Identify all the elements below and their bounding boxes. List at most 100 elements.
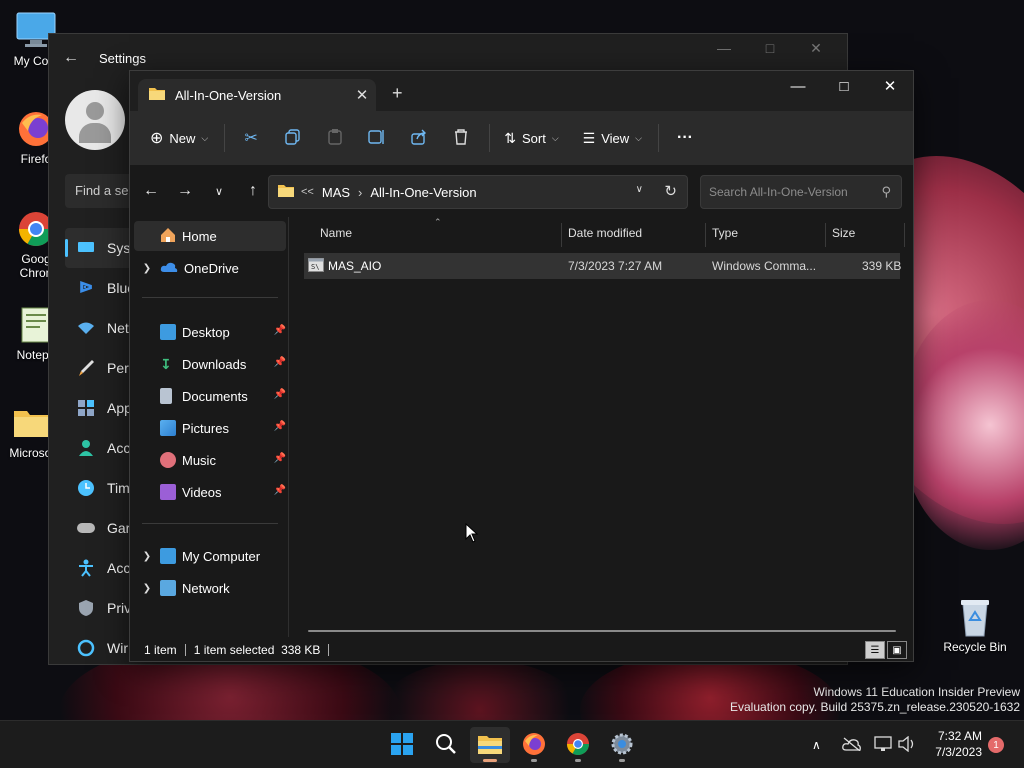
status-divider <box>328 644 330 656</box>
new-tab-button[interactable]: + <box>392 83 403 104</box>
tab-all-in-one-version[interactable]: All-In-One-Version ✕ <box>138 79 376 111</box>
mouse-cursor-icon <box>465 523 479 543</box>
sort-button-label: Sort <box>521 130 546 146</box>
nav-item-documents[interactable]: Documents 📌 <box>134 381 286 411</box>
horizontal-scrollbar[interactable] <box>308 630 896 632</box>
search-icon: ⚲ <box>881 184 891 199</box>
sort-button[interactable]: ⇅ Sort ⌵ <box>496 121 566 155</box>
column-divider[interactable] <box>705 223 706 247</box>
chevron-right-icon[interactable]: ❯ <box>134 551 160 562</box>
cut-button[interactable]: ✂ <box>231 121 271 155</box>
refresh-icon[interactable]: ↻ <box>664 182 677 200</box>
pin-icon[interactable]: 📌 <box>274 389 286 400</box>
more-options-button[interactable]: ··· <box>665 121 705 155</box>
list-view-icon: ☰ <box>582 129 596 146</box>
pane-splitter[interactable] <box>288 217 289 637</box>
breadcrumb-overflow[interactable]: << <box>301 186 314 198</box>
nav-item-desktop[interactable]: Desktop 📌 <box>134 317 286 347</box>
tiles-view-icon[interactable]: ▣ <box>887 641 907 659</box>
column-divider[interactable] <box>904 223 905 247</box>
tab-close-icon[interactable]: ✕ <box>348 86 376 104</box>
up-arrow-icon[interactable]: ↑ <box>236 182 270 200</box>
back-arrow-icon[interactable]: ← <box>63 49 83 67</box>
taskbar-search-button[interactable] <box>426 727 466 763</box>
breadcrumb-item-mas[interactable]: MAS <box>322 185 350 200</box>
nav-item-pictures[interactable]: Pictures 📌 <box>134 413 286 443</box>
column-divider[interactable] <box>561 223 562 247</box>
pin-icon[interactable]: 📌 <box>274 453 286 464</box>
taskbar-firefox[interactable] <box>514 727 554 763</box>
column-header-date[interactable]: Date modified <box>568 223 642 243</box>
nav-label: Documents <box>182 388 248 404</box>
view-button[interactable]: ☰ View ⌵ <box>575 121 650 155</box>
nav-item-music[interactable]: Music 📌 <box>134 445 286 475</box>
close-button[interactable]: ✕ <box>793 40 839 57</box>
nav-label: My Computer <box>182 548 261 564</box>
settings-title: Settings <box>99 50 146 66</box>
forward-arrow-icon[interactable]: → <box>168 182 202 200</box>
start-button[interactable] <box>382 727 422 763</box>
chevron-right-icon[interactable]: ❯ <box>134 263 160 274</box>
breadcrumb-item-current[interactable]: All-In-One-Version <box>370 185 476 200</box>
new-button[interactable]: ⊕ New ⌵ <box>142 121 216 155</box>
taskbar-file-explorer[interactable] <box>470 727 510 763</box>
pin-icon[interactable]: 📌 <box>274 357 286 368</box>
chevron-down-icon[interactable]: ∨ <box>636 184 643 195</box>
minimize-button[interactable]: — <box>701 40 747 57</box>
toolbar-divider <box>489 124 491 152</box>
close-button[interactable]: ✕ <box>867 71 913 101</box>
nav-item-home[interactable]: Home <box>134 221 286 251</box>
nav-item-videos[interactable]: Videos 📌 <box>134 477 286 507</box>
volume-tray-icon[interactable] <box>898 721 916 768</box>
nav-item-network[interactable]: ❯ Network <box>134 573 286 603</box>
chevron-right-icon[interactable]: ❯ <box>134 583 160 594</box>
maximize-button[interactable]: □ <box>821 71 867 101</box>
network-tray-icon[interactable] <box>874 721 892 768</box>
recent-locations-chevron-icon[interactable]: ∨ <box>202 185 236 198</box>
settings-nav-label: Net <box>107 320 129 336</box>
tab-bar: All-In-One-Version ✕ + — □ ✕ <box>130 71 913 111</box>
toolbar-divider <box>224 124 226 152</box>
tab-label: All-In-One-Version <box>175 87 282 103</box>
column-header-size[interactable]: Size <box>832 223 855 243</box>
toolbar-divider <box>658 124 659 152</box>
pin-icon[interactable]: 📌 <box>274 325 286 336</box>
taskbar-clock[interactable]: 7:32 AM 7/3/2023 <box>935 728 982 760</box>
explorer-window-controls: — □ ✕ <box>775 71 913 101</box>
recycle-bin-icon <box>940 596 1010 640</box>
back-arrow-icon[interactable]: ← <box>134 182 168 200</box>
pin-icon[interactable]: 📌 <box>274 485 286 496</box>
nav-item-downloads[interactable]: ↧ Downloads 📌 <box>134 349 286 379</box>
column-divider[interactable] <box>825 223 826 247</box>
notification-badge[interactable]: 1 <box>988 737 1004 753</box>
pin-icon[interactable]: 📌 <box>274 421 286 432</box>
picture-icon <box>160 420 176 436</box>
maximize-button[interactable]: □ <box>747 40 793 57</box>
view-button-label: View <box>601 130 630 146</box>
address-bar[interactable]: << MAS › All-In-One-Version ∨ ↻ <box>268 175 688 209</box>
avatar[interactable] <box>65 90 125 150</box>
delete-button[interactable] <box>441 121 481 155</box>
rename-button[interactable] <box>357 121 397 155</box>
onedrive-tray-icon[interactable] <box>842 721 862 768</box>
cloud-offline-icon <box>842 736 862 754</box>
desktop-icon-recycle-bin[interactable]: Recycle Bin <box>940 596 1010 654</box>
show-hidden-icons-button[interactable]: ∧ <box>812 721 821 768</box>
nav-item-onedrive[interactable]: ❯ OneDrive <box>134 253 286 283</box>
file-row[interactable]: S\ MAS_AIO 7/3/2023 7:27 AM Windows Comm… <box>304 253 901 279</box>
nav-label: Videos <box>182 484 222 500</box>
paste-button[interactable] <box>315 121 355 155</box>
nav-item-my-computer[interactable]: ❯ My Computer <box>134 541 286 571</box>
share-button[interactable] <box>399 121 439 155</box>
minimize-button[interactable]: — <box>775 71 821 101</box>
account-icon <box>75 437 97 459</box>
taskbar-settings[interactable] <box>602 727 642 763</box>
folder-icon <box>277 183 295 201</box>
column-header-type[interactable]: Type <box>712 223 738 243</box>
details-view-icon[interactable]: ☰ <box>865 641 885 659</box>
column-header-name[interactable]: Name <box>320 223 352 243</box>
copy-button[interactable] <box>273 121 313 155</box>
taskbar-chrome[interactable] <box>558 727 598 763</box>
status-divider <box>184 644 186 656</box>
search-input[interactable]: Search All-In-One-Version ⚲ <box>700 175 902 209</box>
